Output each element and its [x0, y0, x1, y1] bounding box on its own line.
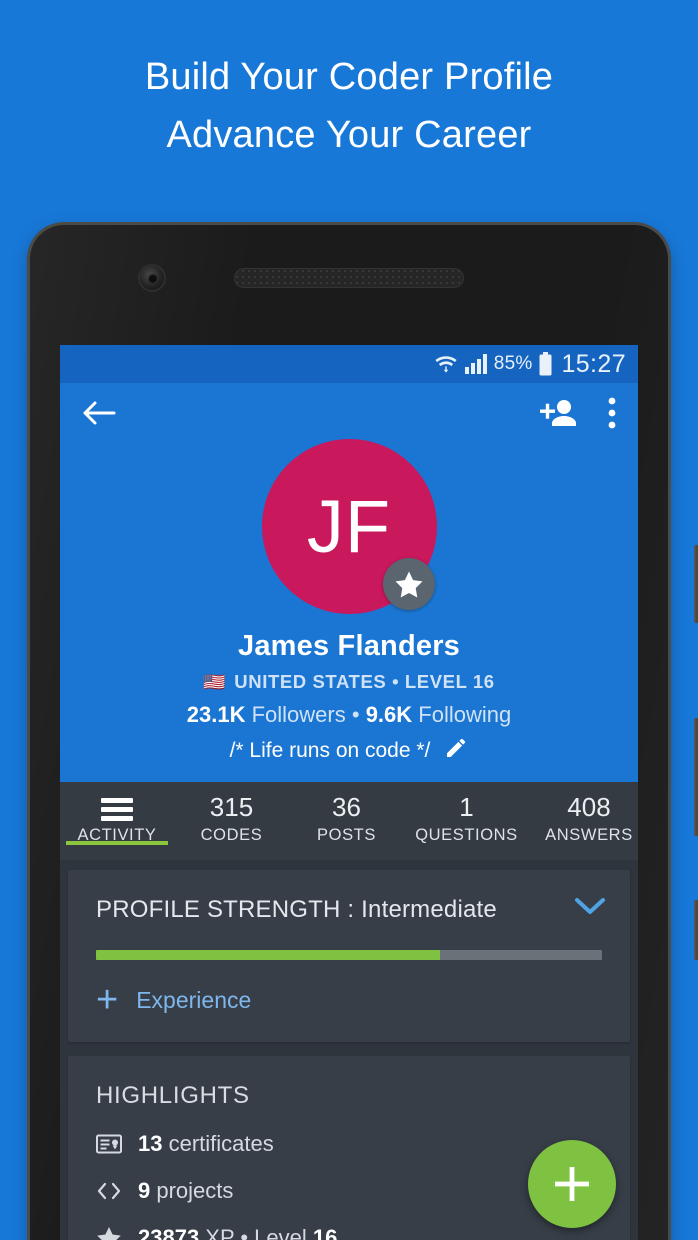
star-badge-icon — [382, 558, 435, 610]
side-button-power[interactable] — [694, 545, 698, 623]
phone-screen: 85% 15:27 JF James Flanders 🇺🇸 UNITED ST… — [60, 345, 638, 1240]
promo-line-2: Advance Your Career — [166, 114, 532, 156]
highlight-row-certificates[interactable]: 13 certificates — [96, 1131, 602, 1157]
side-button-volume[interactable] — [694, 718, 698, 836]
profile-follow-stats: 23.1K Followers • 9.6K Following — [60, 702, 638, 728]
following-label: Following — [418, 702, 512, 727]
highlight-xp-value: 23873 — [138, 1225, 200, 1240]
promo-line-1: Build Your Coder Profile — [144, 56, 554, 98]
profile-tagline: /* Life runs on code */ — [229, 739, 431, 762]
tab-posts[interactable]: 36 POSTS — [289, 782, 404, 845]
highlight-projects-label: projects — [150, 1178, 234, 1203]
battery-icon — [539, 352, 552, 376]
tab-questions-label: QUESTIONS — [415, 826, 518, 844]
highlight-certificates-value: 13 — [138, 1131, 163, 1156]
hamburger-icon — [60, 798, 174, 821]
highlights-title: HIGHLIGHTS — [96, 1082, 250, 1109]
profile-strength-progress-fill — [96, 950, 441, 960]
tab-answers[interactable]: 408 ANSWERS — [529, 782, 638, 845]
highlight-certificates-text: 13 certificates — [138, 1131, 274, 1157]
tab-answers-count: 408 — [567, 792, 611, 822]
cellular-signal-icon — [464, 354, 487, 374]
highlight-projects-value: 9 — [138, 1178, 151, 1203]
tab-codes[interactable]: 315 CODES — [174, 782, 289, 845]
following-count: 9.6K — [365, 702, 413, 727]
battery-percent-label: 85% — [493, 353, 533, 374]
tab-posts-label: POSTS — [317, 826, 376, 844]
tab-codes-count: 315 — [209, 792, 254, 822]
promo-headline: Build Your Coder Profile Advance Your Ca… — [0, 48, 698, 164]
highlight-xp-label: XP • Level — [199, 1225, 313, 1240]
side-button-extra[interactable] — [694, 900, 698, 960]
profile-strength-card: PROFILE STRENGTH : Intermediate + Experi… — [68, 870, 630, 1042]
highlight-row-projects[interactable]: 9 projects — [96, 1178, 602, 1204]
followers-count: 23.1K — [186, 702, 246, 727]
profile-location-label: UNITED STATES • LEVEL 16 — [234, 671, 495, 692]
floating-action-button[interactable] — [528, 1140, 616, 1228]
profile-name: James Flanders — [237, 630, 461, 662]
plus-icon — [555, 1167, 589, 1201]
highlight-certificates-label: certificates — [162, 1131, 274, 1156]
back-arrow-icon[interactable] — [82, 399, 116, 427]
profile-strength-title: PROFILE STRENGTH : Intermediate — [96, 896, 497, 923]
edit-pencil-icon[interactable] — [444, 736, 468, 766]
wifi-icon — [435, 356, 457, 373]
overflow-menu-icon[interactable] — [608, 397, 616, 429]
add-experience-button[interactable]: + Experience — [96, 979, 602, 1021]
follow-separator: • — [351, 702, 360, 727]
tab-answers-label: ANSWERS — [545, 826, 633, 844]
app-bar-actions — [540, 397, 616, 429]
app-bar — [60, 383, 638, 443]
chevron-down-icon[interactable] — [574, 896, 606, 921]
profile-tagline-row: /* Life runs on code */ — [60, 736, 638, 766]
tab-activity[interactable]: ACTIVITY — [60, 782, 174, 845]
star-icon — [96, 1226, 122, 1240]
add-experience-label: Experience — [136, 986, 252, 1013]
followers-label: Followers — [251, 702, 346, 727]
tab-activity-label: ACTIVITY — [77, 826, 157, 844]
certificate-icon — [96, 1134, 122, 1154]
tab-codes-label: CODES — [200, 826, 263, 844]
tab-questions[interactable]: 1 QUESTIONS — [404, 782, 529, 845]
country-flag-icon: 🇺🇸 — [203, 672, 227, 692]
status-bar: 85% 15:27 — [60, 345, 638, 383]
highlight-xp-text: 23873 XP • Level 16 — [138, 1225, 337, 1240]
earpiece-speaker — [234, 268, 464, 288]
highlight-xp-level: 16 — [312, 1225, 338, 1240]
tab-questions-count: 1 — [459, 792, 474, 822]
highlight-row-xp[interactable]: 23873 XP • Level 16 — [96, 1225, 602, 1240]
profile-strength-progressbar — [96, 950, 602, 960]
code-brackets-icon — [96, 1181, 122, 1201]
add-person-icon[interactable] — [540, 398, 578, 428]
tab-posts-count: 36 — [332, 792, 361, 822]
profile-header: JF James Flanders 🇺🇸 UNITED STATES • LEV… — [60, 383, 638, 780]
highlight-projects-text: 9 projects — [138, 1178, 233, 1204]
plus-icon: + — [96, 979, 119, 1021]
front-camera-icon — [140, 266, 164, 290]
avatar[interactable]: JF — [261, 439, 437, 614]
profile-location-level: 🇺🇸 UNITED STATES • LEVEL 16 — [60, 671, 638, 693]
status-clock: 15:27 — [561, 349, 626, 378]
profile-tabs: ACTIVITY 315 CODES 36 POSTS 1 QUESTIONS … — [60, 780, 638, 860]
